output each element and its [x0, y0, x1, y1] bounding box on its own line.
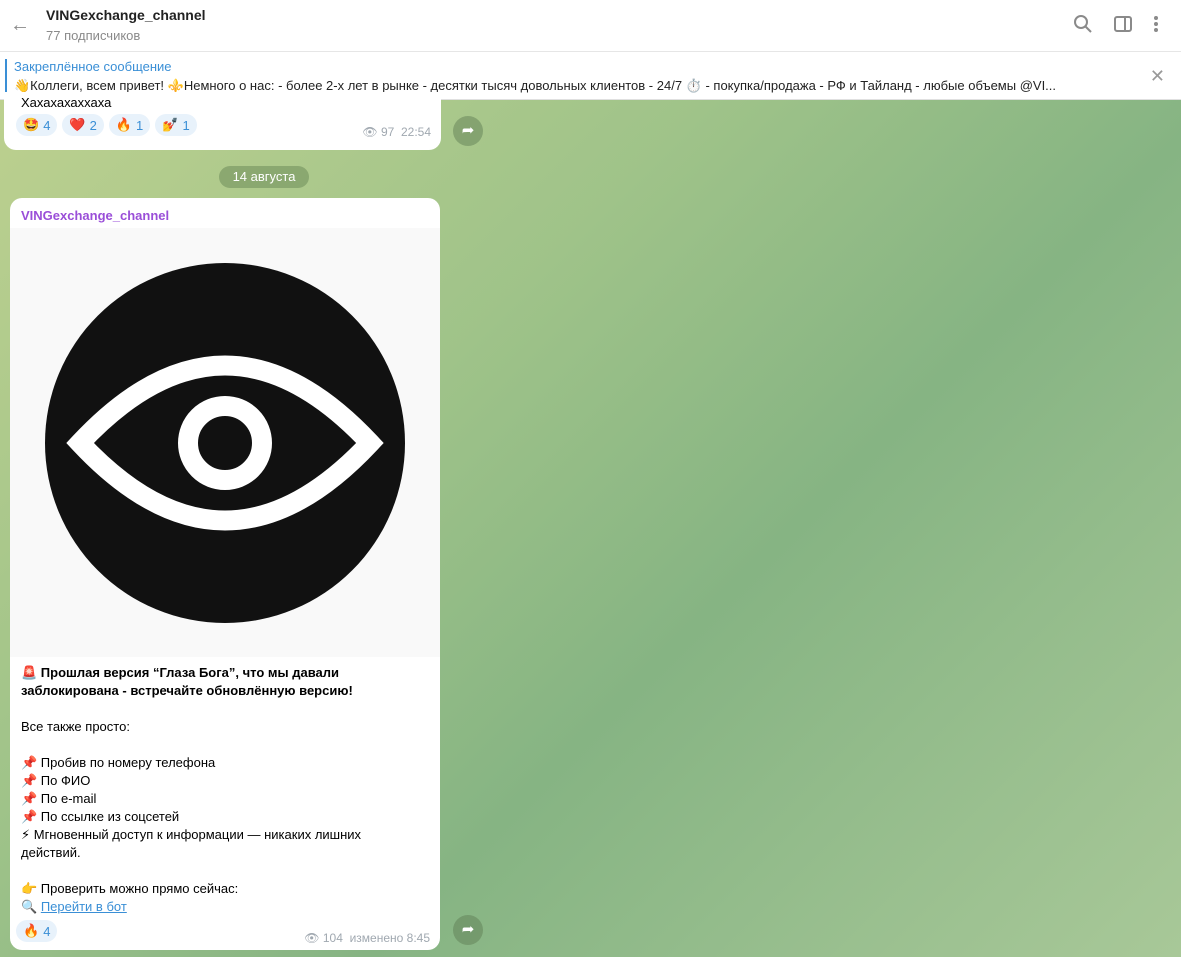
- reactions: 🔥 4: [16, 920, 58, 942]
- reactions: 🤩 4 ❤️ 2 🔥 1 💅 1: [16, 114, 197, 136]
- reaction[interactable]: ❤️ 2: [62, 114, 104, 136]
- bot-link[interactable]: Перейти в бот: [41, 899, 127, 914]
- text-line: [21, 736, 431, 754]
- reaction[interactable]: 🔥 1: [108, 114, 151, 136]
- reaction[interactable]: 💅 1: [155, 114, 197, 136]
- reaction-count: 4: [43, 923, 51, 939]
- subscriber-count: 77 подписчиков: [46, 28, 141, 43]
- close-icon[interactable]: ✕: [1150, 66, 1165, 87]
- view-count: 104: [322, 931, 343, 945]
- message-meta: 👁 97 22:54: [362, 125, 431, 139]
- text-line: ⚡ Мгновенный доступ к информации — никак…: [21, 827, 362, 842]
- text-line: действий.: [21, 845, 81, 860]
- message-body: 🚨 Прошлая версия “Глаза Бога”, что мы да…: [21, 664, 431, 916]
- reaction-emoji: 🤩: [23, 117, 40, 132]
- reaction[interactable]: 🔥 4: [16, 920, 58, 942]
- reaction-count: 2: [89, 117, 97, 133]
- message-time: 22:54: [400, 125, 431, 139]
- chat-area: Хахахахаххаха 🤩 4 ❤️ 2 🔥 1 💅 1 👁 97 22:54 ➦ …: [0, 92, 1181, 957]
- back-arrow-icon[interactable]: ←: [10, 14, 30, 37]
- eye-logo-image: [45, 263, 405, 623]
- text-line: 📌 По e-mail: [21, 791, 97, 806]
- magnifier-icon: 🔍: [21, 899, 38, 914]
- text-line: [21, 862, 431, 880]
- eye-icon: 👁: [304, 931, 320, 945]
- text-line: 🚨 Прошлая версия “Глаза Бога”, что мы да…: [21, 665, 340, 680]
- text-line: 📌 По ссылке из соцсетей: [21, 809, 180, 824]
- date-separator: 14 августа: [219, 166, 309, 188]
- search-icon[interactable]: [1073, 14, 1093, 39]
- pinned-title: Закреплённое сообщение: [14, 59, 172, 74]
- message-bubble: VINGexchange_channel 🚨 Прошлая версия “Г…: [10, 198, 440, 950]
- message-photo[interactable]: [10, 228, 440, 657]
- view-count: 97: [380, 125, 395, 139]
- reaction-emoji: ❤️: [69, 117, 86, 132]
- sidebar-toggle-icon[interactable]: [1113, 14, 1133, 39]
- message-meta: 👁 104 изменено 8:45: [304, 931, 430, 945]
- eye-icon: 👁: [362, 125, 378, 139]
- reaction-emoji: 🔥: [115, 117, 133, 132]
- reaction-count: 1: [136, 117, 144, 133]
- sender-name[interactable]: VINGexchange_channel: [21, 208, 169, 223]
- reaction[interactable]: 🤩 4: [16, 114, 58, 136]
- text-line: заблокирована - встречайте обновлённую в…: [21, 683, 353, 698]
- reaction-emoji: 🔥: [23, 923, 40, 938]
- forward-button[interactable]: ➦: [453, 116, 483, 146]
- more-menu-icon[interactable]: [1152, 14, 1160, 39]
- reaction-count: 1: [182, 117, 190, 133]
- reaction-count: 4: [43, 117, 51, 133]
- channel-title[interactable]: VINGexchange_channel: [46, 7, 206, 23]
- pinned-indicator: [5, 59, 7, 93]
- text-line: 📌 Пробив по номеру телефона: [21, 755, 216, 770]
- chat-header: ← VINGexchange_channel 77 подписчиков: [0, 0, 1181, 52]
- forward-button[interactable]: ➦: [453, 915, 483, 945]
- message-bubble: Хахахахаххаха 🤩 4 ❤️ 2 🔥 1 💅 1 👁 97 22:54: [4, 92, 441, 150]
- message-text: Хахахахаххаха: [21, 95, 112, 110]
- text-line: 👉 Проверить можно прямо сейчас:: [21, 881, 239, 896]
- message-time: изменено 8:45: [349, 931, 430, 945]
- reaction-emoji: 💅: [162, 117, 179, 132]
- text-line: 📌 По ФИО: [21, 773, 91, 788]
- text-line: [21, 700, 431, 718]
- text-line: Все также просто:: [21, 719, 130, 734]
